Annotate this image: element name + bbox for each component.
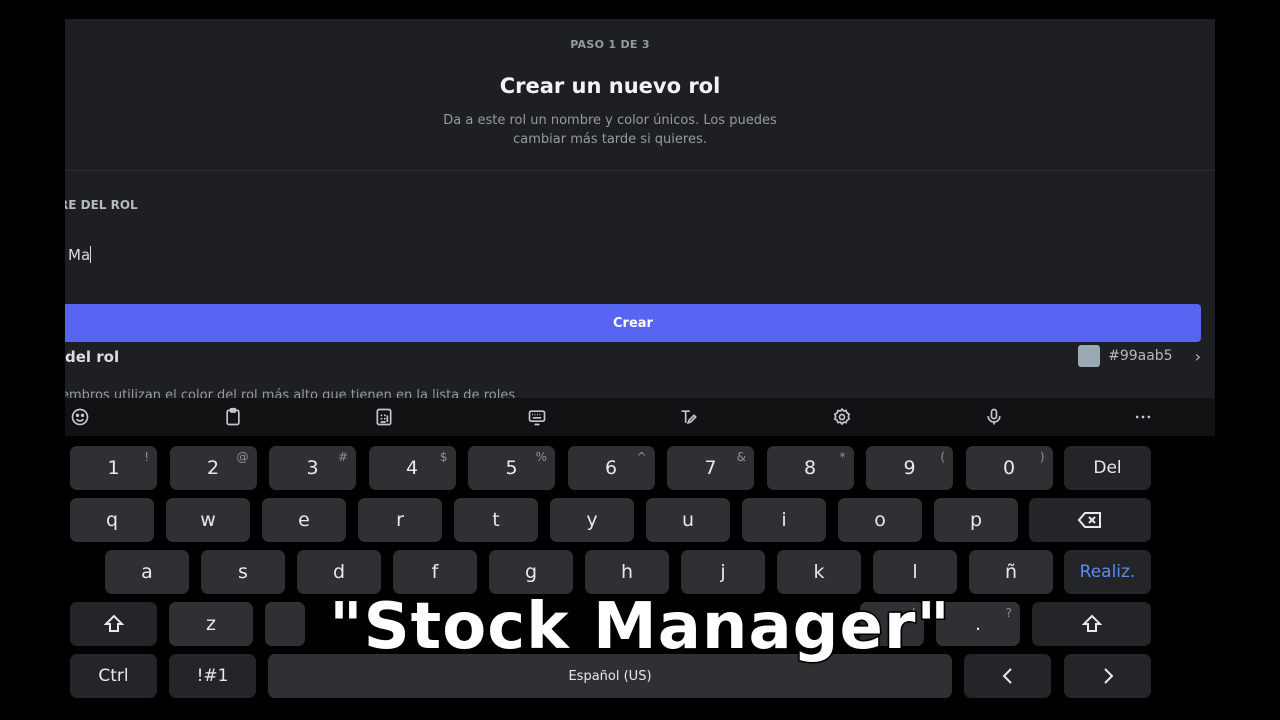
dialog-title: Crear un nuevo rol (499, 74, 721, 98)
step-indicator: PASO 1 DE 3 (570, 38, 650, 51)
key-u[interactable]: u (646, 498, 730, 542)
key-5[interactable]: 5% (468, 446, 555, 490)
divider (65, 170, 1215, 171)
role-name-label: RE DEL ROL (65, 198, 138, 212)
role-color-picker[interactable]: #99aab5 › (1078, 345, 1201, 367)
more-icon[interactable] (1131, 405, 1155, 429)
keyboard-icon[interactable] (525, 405, 549, 429)
keyboard-toolbar (65, 398, 1215, 436)
emoji-icon[interactable] (68, 405, 92, 429)
role-name-input[interactable]: Ma (68, 243, 568, 267)
role-name-value: Ma (68, 246, 91, 264)
key-g[interactable]: g (489, 550, 573, 594)
key-q[interactable]: q (70, 498, 154, 542)
key-7[interactable]: 7 & (667, 446, 754, 490)
key-p[interactable]: p (934, 498, 1018, 542)
create-button[interactable]: Crear (65, 304, 1201, 342)
key-h[interactable]: h (585, 550, 669, 594)
key-1[interactable]: 1! (70, 446, 157, 490)
key-2[interactable]: 2 @ (169, 446, 257, 490)
chevron-right-icon: › (1194, 346, 1201, 366)
key-o[interactable]: o (838, 498, 922, 542)
key-6[interactable]: 6 ^ (567, 446, 655, 490)
key-r[interactable]: r (358, 498, 442, 542)
key-a[interactable]: a (105, 550, 189, 594)
key-f[interactable]: f (393, 550, 477, 594)
backspace-icon (1077, 512, 1101, 528)
dialog-subtitle-line1: Da a este rol un nombre y color únicos. … (443, 113, 777, 128)
key-ñ[interactable]: ñ (969, 550, 1053, 594)
handwriting-icon[interactable] (677, 405, 701, 429)
text-caret (90, 246, 92, 263)
key-y[interactable]: y (550, 498, 634, 542)
microphone-icon[interactable] (982, 405, 1006, 429)
color-hex-value: #99aab5 (1108, 348, 1173, 364)
dialog-subtitle-line2: cambiar más tarde si quieres. (513, 132, 707, 147)
dialog-subtitle: Da a este rol un nombre y color únicos. … (65, 111, 1155, 149)
create-role-dialog: PASO 1 DE 3 Crear un nuevo rol Da a este… (65, 19, 1215, 435)
backspace-key[interactable] (1029, 498, 1151, 542)
key-d[interactable]: d (297, 550, 381, 594)
enter-key[interactable]: Realiz. (1064, 550, 1151, 594)
key-l[interactable]: l (873, 550, 957, 594)
key-k[interactable]: k (777, 550, 861, 594)
key-0[interactable]: 0) (965, 446, 1053, 490)
key-t[interactable]: t (454, 498, 538, 542)
key-4[interactable]: 4 $ (368, 446, 456, 490)
video-caption: "Stock Manager" (328, 589, 952, 666)
chevron-left-icon (1002, 668, 1012, 684)
clipboard-icon[interactable] (221, 405, 245, 429)
keypad-icon[interactable] (372, 405, 396, 429)
key-8[interactable]: 8 * (766, 446, 854, 490)
key-3[interactable]: 3 # (269, 446, 356, 490)
gear-icon[interactable] (830, 405, 854, 429)
key-w[interactable]: w (166, 498, 250, 542)
key-9[interactable]: 9( (866, 446, 953, 490)
chevron-right-icon (1103, 668, 1113, 684)
color-swatch[interactable] (1078, 345, 1101, 367)
key-i[interactable]: i (742, 498, 826, 542)
role-color-label: del rol (65, 348, 120, 366)
key-s[interactable]: s (201, 550, 285, 594)
key-j[interactable]: j (681, 550, 765, 594)
delete-key[interactable]: Del (1064, 446, 1151, 490)
key-e[interactable]: e (262, 498, 346, 542)
on-screen-keyboard: 1! 2 @ 3 # 4 $ 5% 6 ^ 7 & 8 * 9( 0) Del qwertyuiop asdf… (0, 436, 1280, 720)
